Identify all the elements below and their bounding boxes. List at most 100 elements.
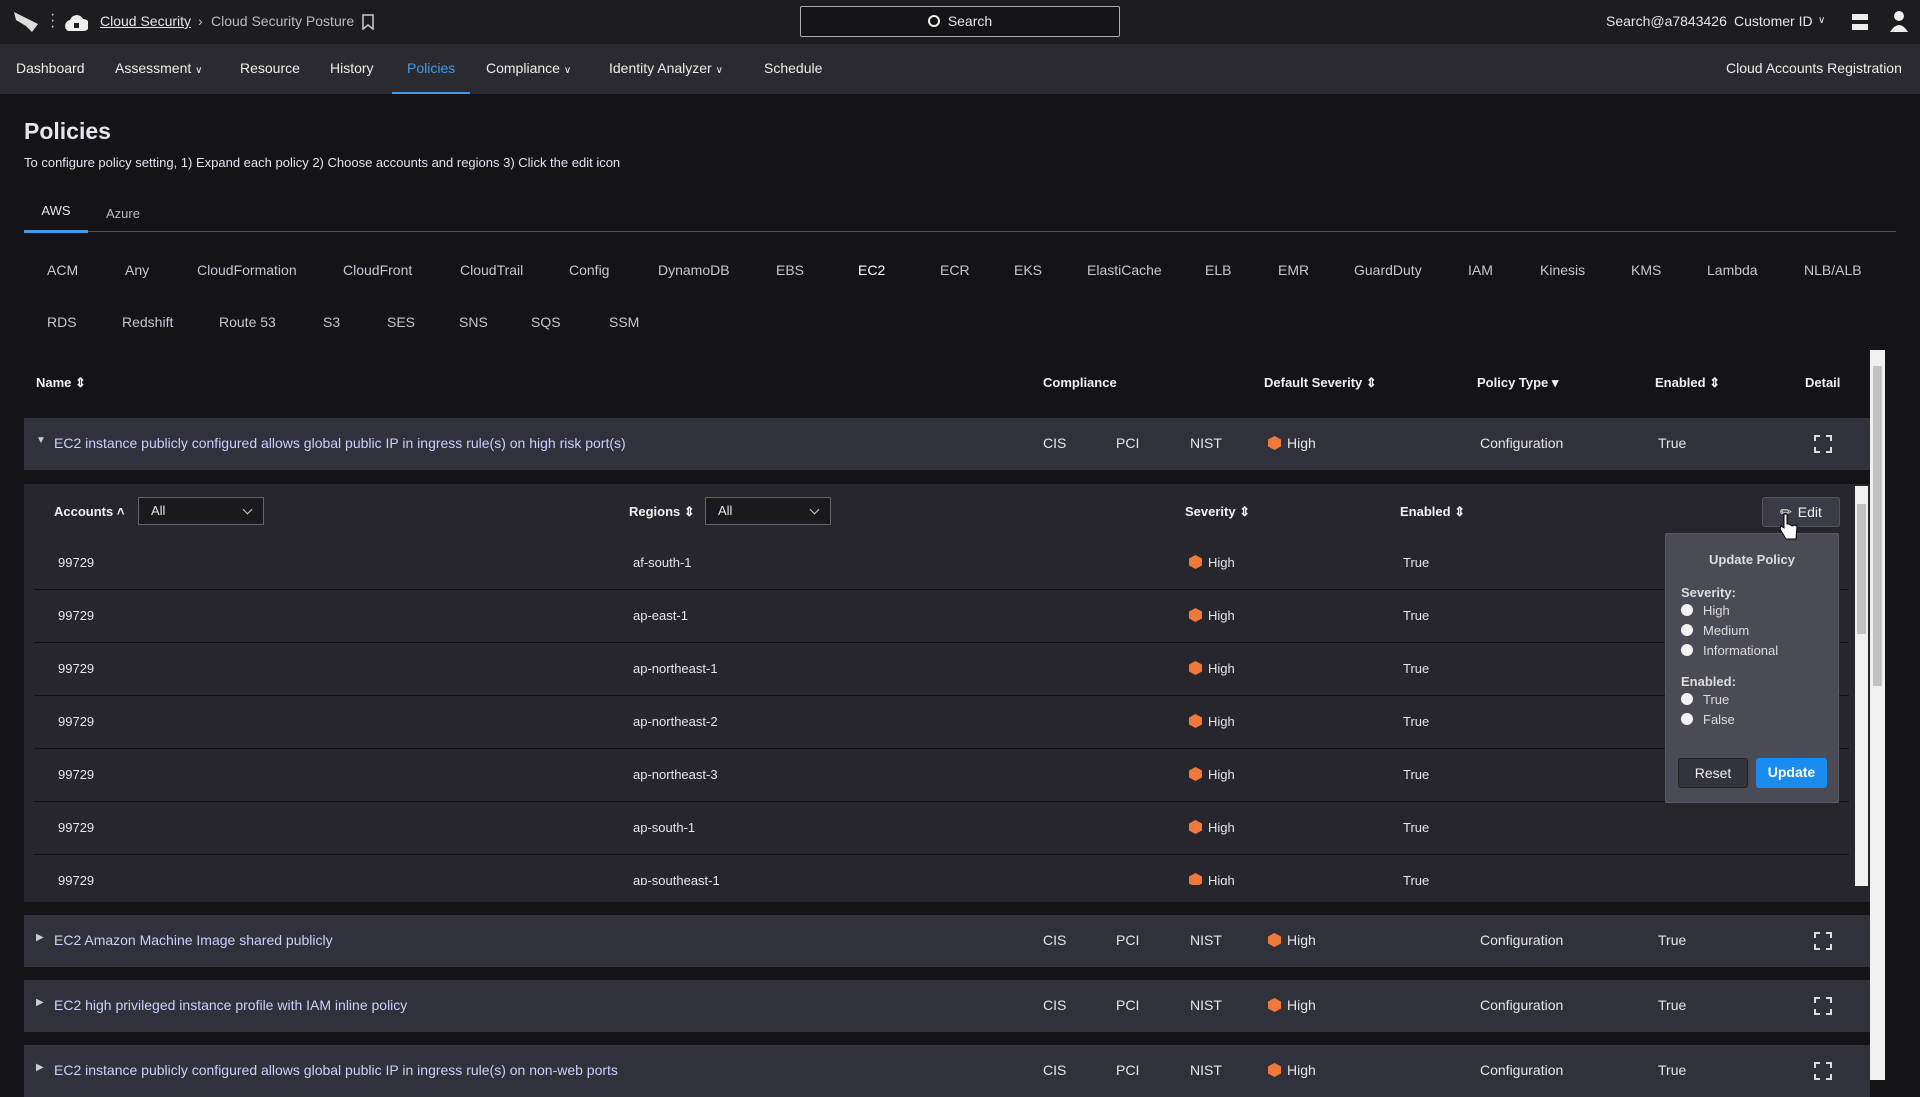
- policy-row[interactable]: ▶ EC2 high privileged instance profile wi…: [24, 980, 1870, 1032]
- notifications-icon[interactable]: [1850, 12, 1870, 32]
- regions-filter-dropdown[interactable]: All: [705, 497, 831, 525]
- nested-row[interactable]: 99729 ap-south-1 High True: [34, 802, 1849, 855]
- header-regions[interactable]: Regions ⇕: [629, 504, 695, 520]
- nav-history[interactable]: History: [330, 44, 374, 94]
- service-chip-sqs[interactable]: SQS: [531, 314, 561, 330]
- caret-right-icon[interactable]: ▶: [36, 1062, 44, 1073]
- accounts-filter-dropdown[interactable]: All: [138, 497, 264, 525]
- policy-row[interactable]: ▶ EC2 instance publicly configured allows…: [24, 1045, 1870, 1097]
- expand-detail-icon[interactable]: [1814, 932, 1832, 950]
- radio-circle: [1681, 644, 1693, 656]
- policy-row[interactable]: ▶ EC2 Amazon Machine Image shared publicl…: [24, 915, 1870, 967]
- expand-detail-icon[interactable]: [1814, 435, 1832, 453]
- header-enabled[interactable]: Enabled ⇕: [1655, 375, 1720, 391]
- service-chip-cloudformation[interactable]: CloudFormation: [197, 262, 297, 278]
- policy-name-link[interactable]: EC2 instance publicly configured allows …: [54, 1062, 618, 1078]
- service-chip-rds[interactable]: RDS: [47, 314, 77, 330]
- service-chip-dynamodb[interactable]: DynamoDB: [658, 262, 730, 278]
- tab-aws[interactable]: AWS: [24, 203, 88, 233]
- account-id: 99729: [58, 820, 95, 835]
- header-accounts[interactable]: Accounts ˄: [54, 504, 124, 519]
- service-chip-guardduty[interactable]: GuardDuty: [1354, 262, 1422, 278]
- radio-severity-high[interactable]: High: [1681, 600, 1838, 620]
- caret-right-icon[interactable]: ▶: [36, 997, 44, 1008]
- nested-row[interactable]: 99729 ap-northeast-1 High True: [34, 643, 1849, 696]
- nav-compliance[interactable]: Compliance ∨: [486, 44, 571, 94]
- header-severity[interactable]: Severity ⇕: [1185, 504, 1250, 520]
- header-nested-enabled[interactable]: Enabled ⇕: [1400, 504, 1465, 520]
- radio-label: High: [1703, 602, 1730, 618]
- nav-identity-analyzer[interactable]: Identity Analyzer ∨: [609, 44, 723, 94]
- nested-scrollbar[interactable]: [1855, 486, 1868, 886]
- nested-row[interactable]: 99729 ap-east-1 High True: [34, 590, 1849, 643]
- radio-circle: [1681, 624, 1693, 636]
- expand-detail-icon[interactable]: [1814, 1062, 1832, 1080]
- policy-name-link[interactable]: EC2 high privileged instance profile wit…: [54, 997, 407, 1013]
- nested-row[interactable]: 99729 ap-southeast-1 High True: [34, 855, 1849, 885]
- service-chip-emr[interactable]: EMR: [1278, 262, 1309, 278]
- radio-severity-informational[interactable]: Informational: [1681, 640, 1838, 660]
- high-severity-icon: [1189, 714, 1202, 728]
- nav-policies[interactable]: Policies: [392, 44, 471, 94]
- radio-enabled-true[interactable]: True: [1681, 689, 1838, 709]
- high-severity-icon: [1189, 767, 1202, 781]
- service-chip-cloudtrail[interactable]: CloudTrail: [460, 262, 523, 278]
- enabled-value: True: [1658, 932, 1687, 948]
- service-chip-route53[interactable]: Route 53: [219, 314, 276, 330]
- service-chip-ssm[interactable]: SSM: [609, 314, 639, 330]
- header-policy-type[interactable]: Policy Type ▾: [1477, 375, 1558, 391]
- header-default-severity[interactable]: Default Severity ⇕: [1264, 375, 1377, 391]
- bookmark-icon[interactable]: [362, 14, 374, 30]
- service-chip-sns[interactable]: SNS: [459, 314, 488, 330]
- enabled-value: True: [1658, 997, 1687, 1013]
- service-chip-cloudfront[interactable]: CloudFront: [343, 262, 412, 278]
- service-chip-s3[interactable]: S3: [323, 314, 340, 330]
- caret-down-icon[interactable]: ▼: [36, 435, 46, 446]
- service-chip-nlbalb[interactable]: NLB/ALB: [1804, 262, 1862, 278]
- service-chip-eks[interactable]: EKS: [1014, 262, 1042, 278]
- service-chip-acm[interactable]: ACM: [47, 262, 78, 278]
- nav-resource[interactable]: Resource: [240, 44, 300, 94]
- chevron-down-icon: ∨: [563, 65, 572, 76]
- nav-assessment[interactable]: Assessment ∨: [115, 44, 202, 94]
- radio-severity-medium[interactable]: Medium: [1681, 620, 1838, 640]
- service-chip-kinesis[interactable]: Kinesis: [1540, 262, 1585, 278]
- policy-name-link[interactable]: EC2 Amazon Machine Image shared publicly: [54, 932, 333, 948]
- caret-right-icon[interactable]: ▶: [36, 932, 44, 943]
- service-chip-ecr[interactable]: ECR: [940, 262, 970, 278]
- radio-enabled-false[interactable]: False: [1681, 709, 1838, 729]
- nested-row[interactable]: 99729 ap-northeast-2 High True: [34, 696, 1849, 749]
- nav-cloud-accounts-registration[interactable]: Cloud Accounts Registration: [1726, 44, 1902, 94]
- nav-dashboard[interactable]: Dashboard: [16, 44, 85, 94]
- policy-row[interactable]: ▼ EC2 instance publicly configured allows…: [24, 418, 1870, 470]
- service-chip-ses[interactable]: SES: [387, 314, 415, 330]
- edit-button[interactable]: ✎ Edit: [1762, 497, 1840, 527]
- update-button[interactable]: Update: [1756, 758, 1827, 788]
- policy-name-link[interactable]: EC2 instance publicly configured allows …: [54, 435, 626, 451]
- service-chip-ebs[interactable]: EBS: [776, 262, 804, 278]
- falcon-logo-icon[interactable]: [12, 10, 40, 34]
- breadcrumb-cloud-security[interactable]: Cloud Security: [100, 13, 191, 29]
- search-button[interactable]: Search: [800, 6, 1120, 37]
- customer-id-dropdown[interactable]: Customer ID: [1734, 13, 1813, 29]
- nav-schedule[interactable]: Schedule: [764, 44, 822, 94]
- menu-dots-icon[interactable]: · · ·: [50, 7, 55, 35]
- service-chip-config[interactable]: Config: [569, 262, 609, 278]
- service-chip-kms[interactable]: KMS: [1631, 262, 1661, 278]
- service-chip-elb[interactable]: ELB: [1205, 262, 1231, 278]
- nested-row[interactable]: 99729 ap-northeast-3 High True: [34, 749, 1849, 802]
- nested-row[interactable]: 99729 af-south-1 High True: [34, 537, 1849, 590]
- expand-detail-icon[interactable]: [1814, 997, 1832, 1015]
- service-chip-lambda[interactable]: Lambda: [1707, 262, 1758, 278]
- service-chip-redshift[interactable]: Redshift: [122, 314, 173, 330]
- user-avatar-icon[interactable]: [1888, 10, 1910, 34]
- header-name[interactable]: Name ⇕: [36, 375, 86, 391]
- tab-azure[interactable]: Azure: [106, 206, 140, 221]
- service-chip-elasticache[interactable]: ElastiCache: [1087, 262, 1162, 278]
- service-chip-iam[interactable]: IAM: [1468, 262, 1493, 278]
- reset-button[interactable]: Reset: [1678, 758, 1748, 788]
- service-chip-any[interactable]: Any: [125, 262, 149, 278]
- service-chip-ec2[interactable]: EC2: [858, 262, 885, 278]
- page-scrollbar[interactable]: [1870, 350, 1885, 1080]
- region: ap-southeast-1: [633, 873, 720, 885]
